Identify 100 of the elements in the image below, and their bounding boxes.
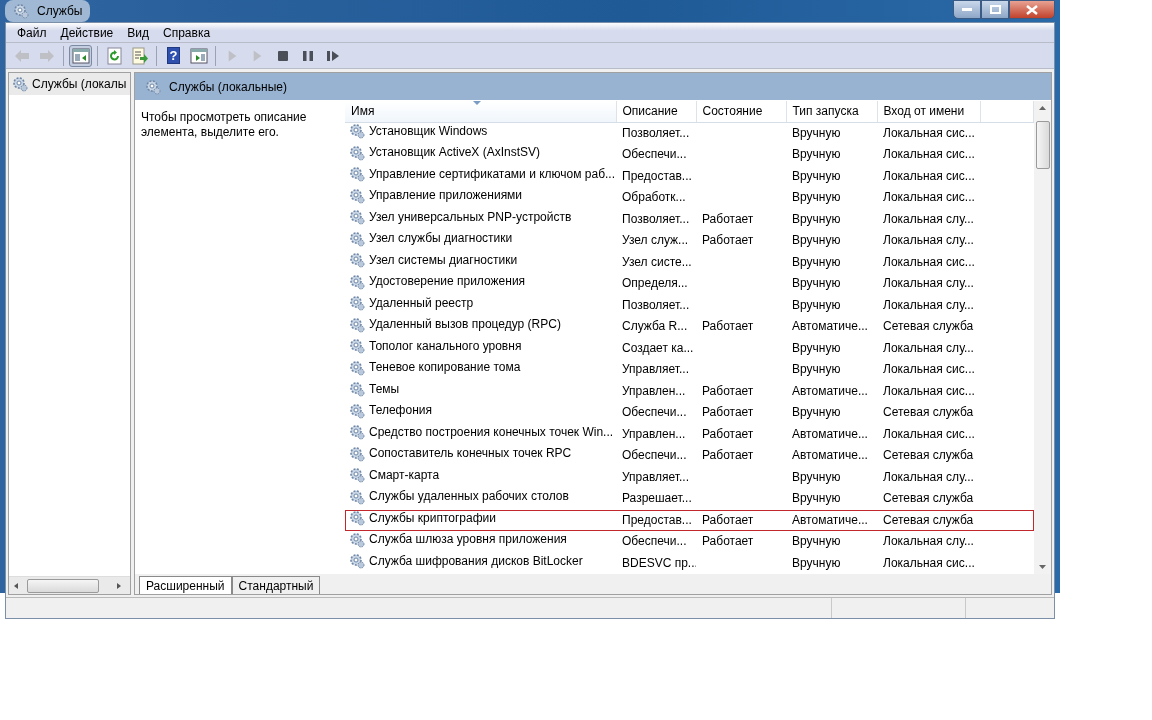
table-cell: Работает <box>702 426 754 441</box>
service-gear-icon <box>349 316 365 333</box>
service-gear-icon <box>349 166 365 182</box>
service-gear-icon <box>349 230 365 247</box>
table-cell: Работает <box>702 405 754 420</box>
table-cell: Вручную <box>792 168 841 183</box>
table-row[interactable]: Узел универсальных PNP-устройств Позволяет... Работает Вручную Локальная слу... <box>345 208 1034 230</box>
table-cell: Предостав... <box>622 512 692 527</box>
table-cell: Разрешает... <box>622 491 692 506</box>
table-cell: Определя... <box>622 276 688 291</box>
scrollbar-thumb[interactable] <box>1035 121 1050 169</box>
table-cell: Сетевая служба <box>883 491 974 506</box>
table-cell: Работает <box>702 512 754 527</box>
table-cell: Позволяет... <box>622 297 690 312</box>
service-gear-icon <box>349 402 365 419</box>
table-cell: Управление сертификатами и ключом раб... <box>369 165 616 183</box>
maximize-button[interactable] <box>981 0 1009 19</box>
column-header[interactable]: Имя <box>345 101 616 122</box>
view-tab[interactable]: Расширенный <box>139 576 232 594</box>
view-tab[interactable]: Стандартный <box>231 576 321 594</box>
export-list-icon <box>130 46 149 65</box>
table-cell: Управлен... <box>622 383 686 398</box>
table-row[interactable]: Тополог канального уровня Создает ка... Вручную Локальная слу... <box>345 337 1034 359</box>
table-row[interactable]: Службы удаленных рабочих столов Разрешает... Вручную Сетевая служба <box>345 488 1034 510</box>
table-cell: Узел систе... <box>622 254 692 269</box>
table-cell: Узел универсальных PNP-устройств <box>369 208 572 226</box>
table-row[interactable]: Установщик ActiveX (AxInstSV) Обеспечи... Вручную Локальная сис... <box>345 144 1034 166</box>
table-row[interactable]: Телефония Обеспечи... Работает Вручную Сетевая служба <box>345 402 1034 424</box>
table-cell: Локальная слу... <box>883 297 974 312</box>
table-cell: BDESVC пр... <box>622 555 696 570</box>
horizontal-scrollbar[interactable] <box>9 576 130 594</box>
console-tree-button[interactable] <box>69 44 92 67</box>
table-cell: Вручную <box>792 340 841 355</box>
vertical-scrollbar[interactable] <box>1034 101 1051 574</box>
table-cell: Сетевая служба <box>883 319 974 334</box>
column-header[interactable]: Описание <box>616 101 696 122</box>
minimize-button[interactable] <box>953 0 981 19</box>
table-cell: Обеспечи... <box>622 448 687 463</box>
service-gear-icon <box>349 338 365 354</box>
maximize-icon <box>989 5 1001 14</box>
table-row[interactable]: Узел системы диагностики Узел систе... Вручную Локальная сис... <box>345 251 1034 273</box>
table-row[interactable]: Средство построения конечных точек Win... Управлен... Работает Автоматиче... Локальная сис... <box>345 423 1034 445</box>
table-row[interactable]: Управление приложениями Обработк... Вручную Локальная сис... <box>345 187 1034 209</box>
table-row[interactable]: Удаленный реестр Позволяет... Вручную Локальная слу... <box>345 294 1034 316</box>
table-row[interactable]: Смарт-карта Управляет... Вручную Локальная слу... <box>345 466 1034 488</box>
description-text: Чтобы просмотреть описание элемента, выделите его. <box>140 109 308 141</box>
table-cell: Удаленный вызов процедур (RPC) <box>369 316 561 333</box>
play-icon <box>228 49 237 62</box>
table-row[interactable]: Службы криптографии Предостав... Работает Автоматиче... Сетевая служба <box>345 509 1034 531</box>
table-row[interactable]: Управление сертификатами и ключом раб... Предостав... Вручную Локальная сис... <box>345 165 1034 187</box>
service-gear-icon <box>349 209 365 225</box>
tree-item[interactable]: Службы (локалы <box>9 73 130 95</box>
table-row[interactable]: Удостоверение приложения Определя... Вручную Локальная слу... <box>345 273 1034 295</box>
properties-pane-icon <box>189 46 208 65</box>
menu-item[interactable]: Вид <box>120 23 156 42</box>
table-cell: Локальная слу... <box>883 534 974 549</box>
close-button[interactable] <box>1009 0 1055 19</box>
table-cell: Установщик ActiveX (AxInstSV) <box>369 144 541 161</box>
service-gear-icon <box>349 467 365 483</box>
table-cell: Локальная сис... <box>883 190 975 205</box>
table-cell: Темы <box>369 380 400 398</box>
table-cell: Локальная сис... <box>883 254 975 269</box>
table-cell: Служба шлюза уровня приложения <box>369 531 567 548</box>
service-gear-icon <box>349 187 365 204</box>
table-cell: Службы удаленных рабочих столов <box>369 488 569 505</box>
table-row[interactable]: Служба шифрования дисков BitLocker BDESVC пр... Вручную Локальная сис... <box>345 552 1034 574</box>
menu-item[interactable]: Действие <box>53 23 121 42</box>
column-header[interactable]: Состояние <box>696 101 786 122</box>
table-cell: Вручную <box>792 491 841 506</box>
table-cell: Узел служ... <box>622 233 689 248</box>
table-cell: Работает <box>702 448 754 463</box>
column-header[interactable]: Вход от имени <box>877 101 980 122</box>
table-cell: Автоматиче... <box>792 319 868 334</box>
table-cell: Работает <box>702 233 754 248</box>
menu-item[interactable]: Файл <box>10 23 54 42</box>
table-row[interactable]: Служба шлюза уровня приложения Обеспечи... Работает Вручную Локальная слу... <box>345 531 1034 553</box>
help-button[interactable]: ? <box>162 44 185 67</box>
table-cell: Работает <box>702 319 754 334</box>
close-icon <box>1026 4 1038 15</box>
table-cell: Локальная сис... <box>883 168 975 183</box>
table-cell: Локальная сис... <box>883 362 975 377</box>
column-header[interactable]: Тип запуска <box>786 101 877 122</box>
table-row[interactable]: Удаленный вызов процедур (RPC) Служба R... Работает Автоматиче... Сетевая служба <box>345 316 1034 338</box>
table-cell: Локальная сис... <box>883 125 975 140</box>
table-row[interactable]: Сопоставитель конечных точек RPC Обеспечи... Работает Автоматиче... Сетевая служба <box>345 445 1034 467</box>
table-cell: Вручную <box>792 254 841 269</box>
table-row[interactable]: Темы Управлен... Работает Автоматиче... Локальная сис... <box>345 380 1034 402</box>
menu-item[interactable]: Справка <box>156 23 218 42</box>
table-cell: Обеспечи... <box>622 147 687 162</box>
table-row[interactable]: Теневое копирование тома Управляет... Вручную Локальная сис... <box>345 359 1034 381</box>
table-row[interactable]: Узел службы диагностики Узел служ... Работает Вручную Локальная слу... <box>345 230 1034 252</box>
service-gear-icon <box>349 252 365 268</box>
table-row[interactable]: Установщик Windows Позволяет... Вручную Локальная сис... <box>345 122 1034 144</box>
scrollbar-thumb[interactable] <box>27 578 99 593</box>
table-cell: Вручную <box>792 297 841 312</box>
table-cell: Автоматиче... <box>792 383 868 398</box>
service-gear-icon <box>349 531 365 548</box>
table-cell: Локальная сис... <box>883 426 975 441</box>
table-cell: Позволяет... <box>622 211 690 226</box>
table-cell: Локальная сис... <box>883 555 975 570</box>
